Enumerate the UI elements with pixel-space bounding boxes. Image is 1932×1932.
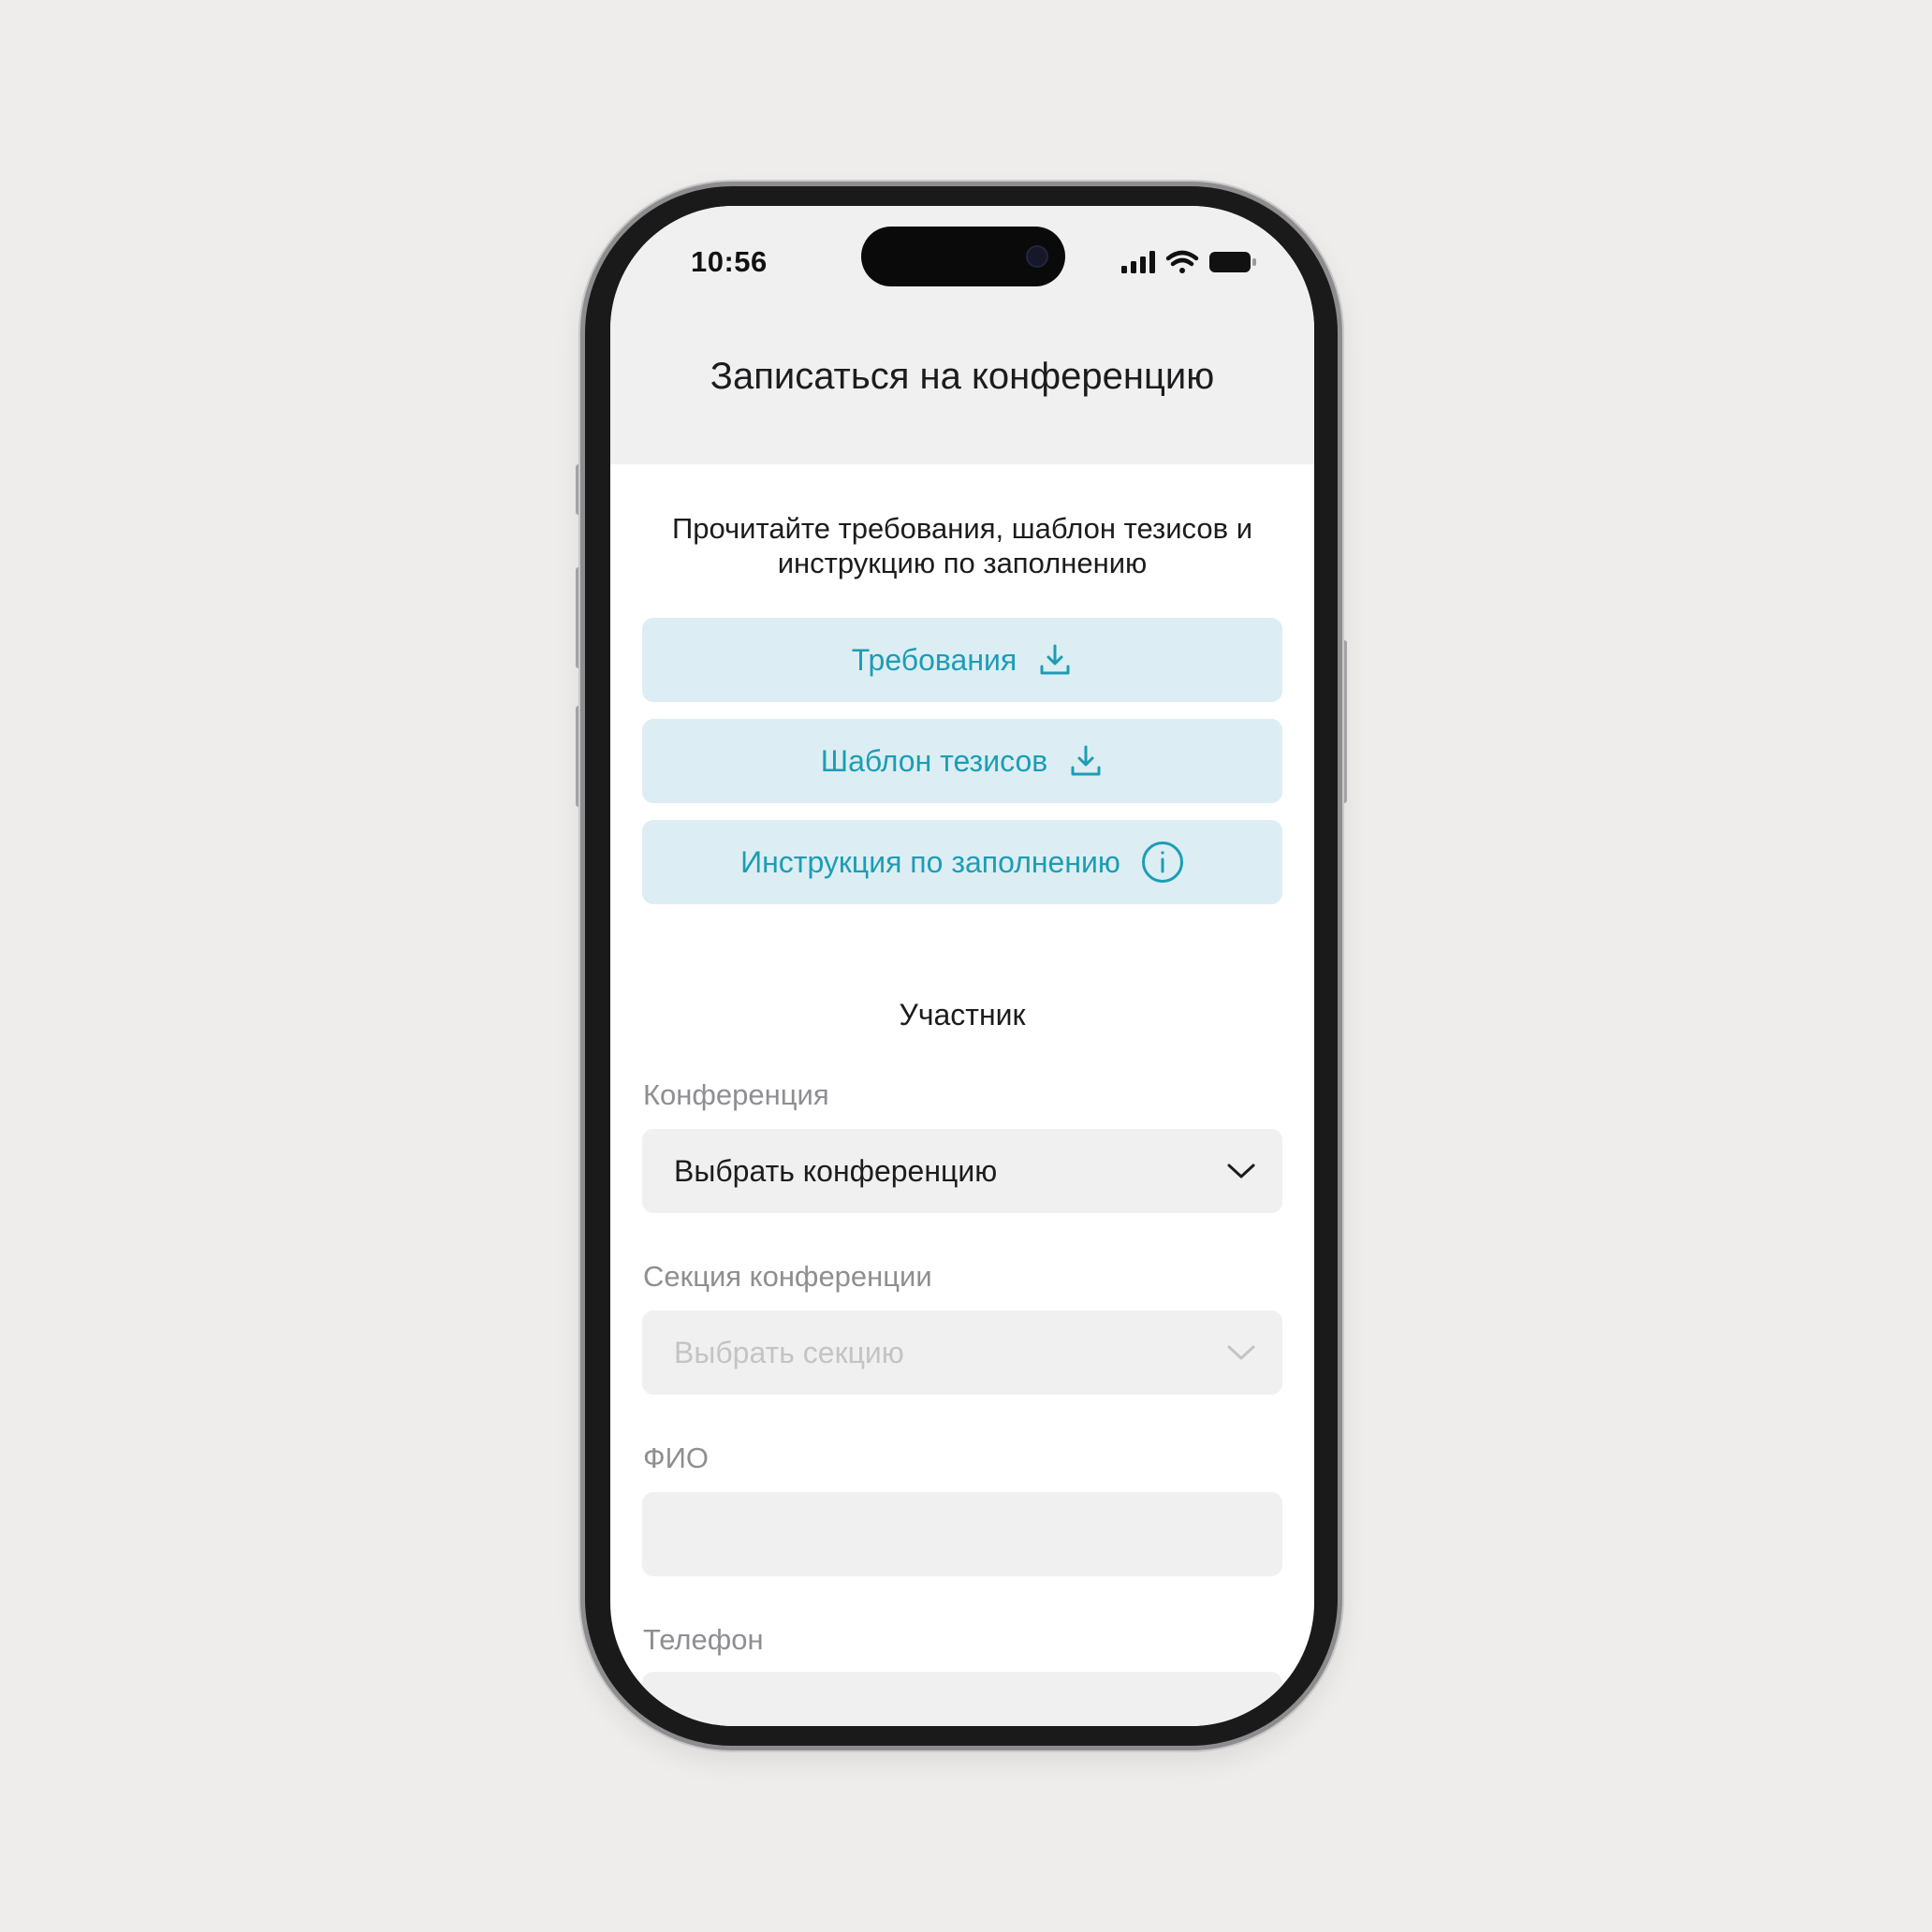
download-icon bbox=[1037, 642, 1073, 678]
requirements-label: Требования bbox=[851, 642, 1017, 677]
wifi-icon bbox=[1165, 250, 1199, 273]
requirements-download-button[interactable]: Требования bbox=[642, 618, 1282, 702]
conference-label: Конференция bbox=[643, 1078, 829, 1111]
template-download-button[interactable]: Шаблон тезисов bbox=[642, 719, 1282, 803]
phone-input[interactable] bbox=[642, 1672, 1282, 1726]
battery-icon bbox=[1209, 252, 1256, 272]
section-select[interactable]: Выбрать секцию bbox=[642, 1310, 1282, 1395]
full-name-label: ФИО bbox=[643, 1442, 709, 1474]
phone-label: Телефон bbox=[643, 1623, 764, 1656]
chevron-down-icon bbox=[1226, 1157, 1256, 1190]
instructions-label: Инструкция по заполнению bbox=[740, 844, 1120, 879]
template-label: Шаблон тезисов bbox=[820, 743, 1048, 778]
info-icon bbox=[1141, 841, 1184, 884]
instructions-button[interactable]: Инструкция по заполнению bbox=[642, 820, 1282, 904]
dynamic-island bbox=[861, 227, 1065, 286]
section-select-value: Выбрать секцию bbox=[674, 1336, 904, 1369]
page-title: Записаться на конференцию bbox=[710, 356, 1215, 397]
section-label: Секция конференции bbox=[643, 1260, 932, 1293]
full-name-input[interactable] bbox=[642, 1492, 1282, 1576]
participant-heading: Участник bbox=[899, 998, 1026, 1032]
header-area: 10:56 Записаться на конференцию bbox=[610, 206, 1314, 464]
status-time: 10:56 bbox=[691, 245, 768, 278]
status-icons bbox=[1120, 249, 1269, 277]
camera-icon bbox=[1026, 245, 1048, 268]
intro-text: Прочитайте требования, шаблон тезисов и … bbox=[671, 512, 1253, 579]
conference-select[interactable]: Выбрать конференцию bbox=[642, 1129, 1282, 1213]
phone-screen: 10:56 Записаться на конференцию Прочитай… bbox=[610, 206, 1314, 1726]
cellular-signal-icon bbox=[1121, 251, 1155, 273]
chevron-down-icon bbox=[1226, 1339, 1256, 1371]
download-icon bbox=[1068, 743, 1104, 779]
conference-select-value: Выбрать конференцию bbox=[674, 1154, 998, 1188]
